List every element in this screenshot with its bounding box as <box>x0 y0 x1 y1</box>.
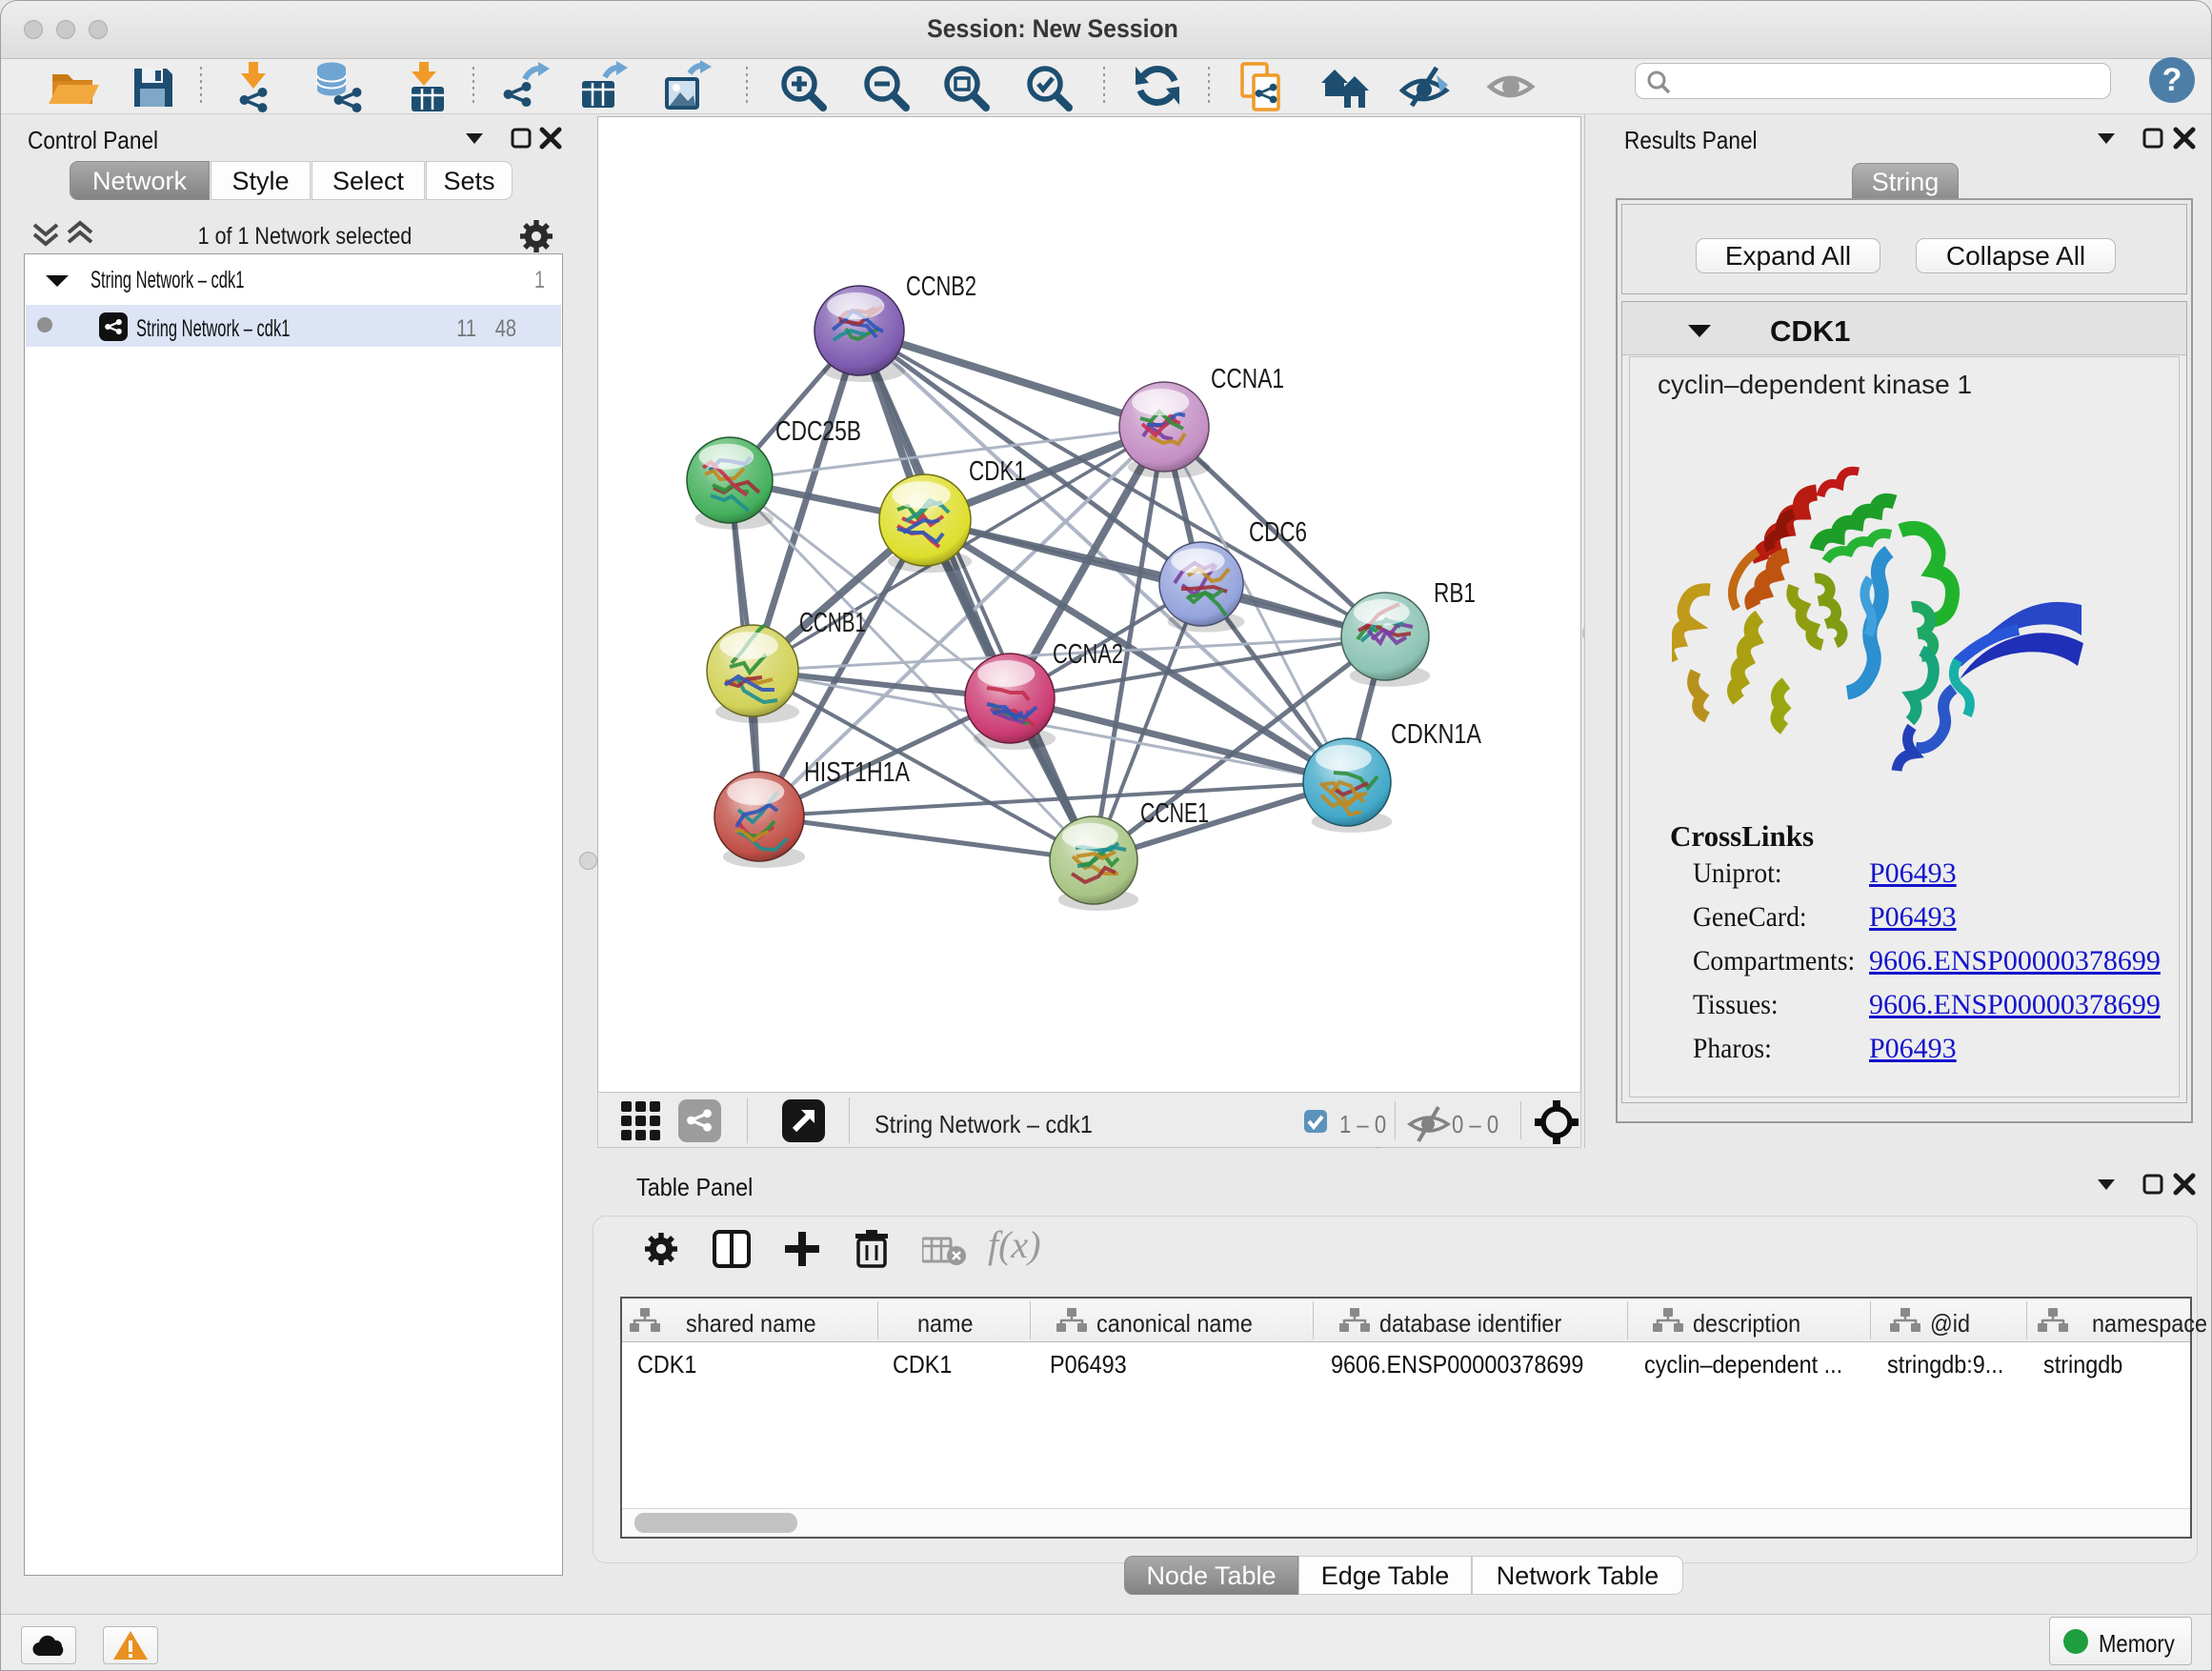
svg-text:CDC6: CDC6 <box>1249 517 1307 548</box>
svg-text:CCNA1: CCNA1 <box>1211 364 1284 394</box>
svg-text:CDKN1A: CDKN1A <box>1391 719 1482 750</box>
svg-text:HIST1H1A: HIST1H1A <box>804 757 911 788</box>
svg-text:CDC25B: CDC25B <box>775 416 861 447</box>
svg-text:CCNE1: CCNE1 <box>1140 798 1209 829</box>
svg-text:RB1: RB1 <box>1434 578 1476 609</box>
svg-text:CCNB1: CCNB1 <box>799 608 866 638</box>
svg-text:CCNA2: CCNA2 <box>1053 639 1123 670</box>
svg-text:CDK1: CDK1 <box>969 456 1026 487</box>
svg-text:CCNB2: CCNB2 <box>906 272 976 302</box>
